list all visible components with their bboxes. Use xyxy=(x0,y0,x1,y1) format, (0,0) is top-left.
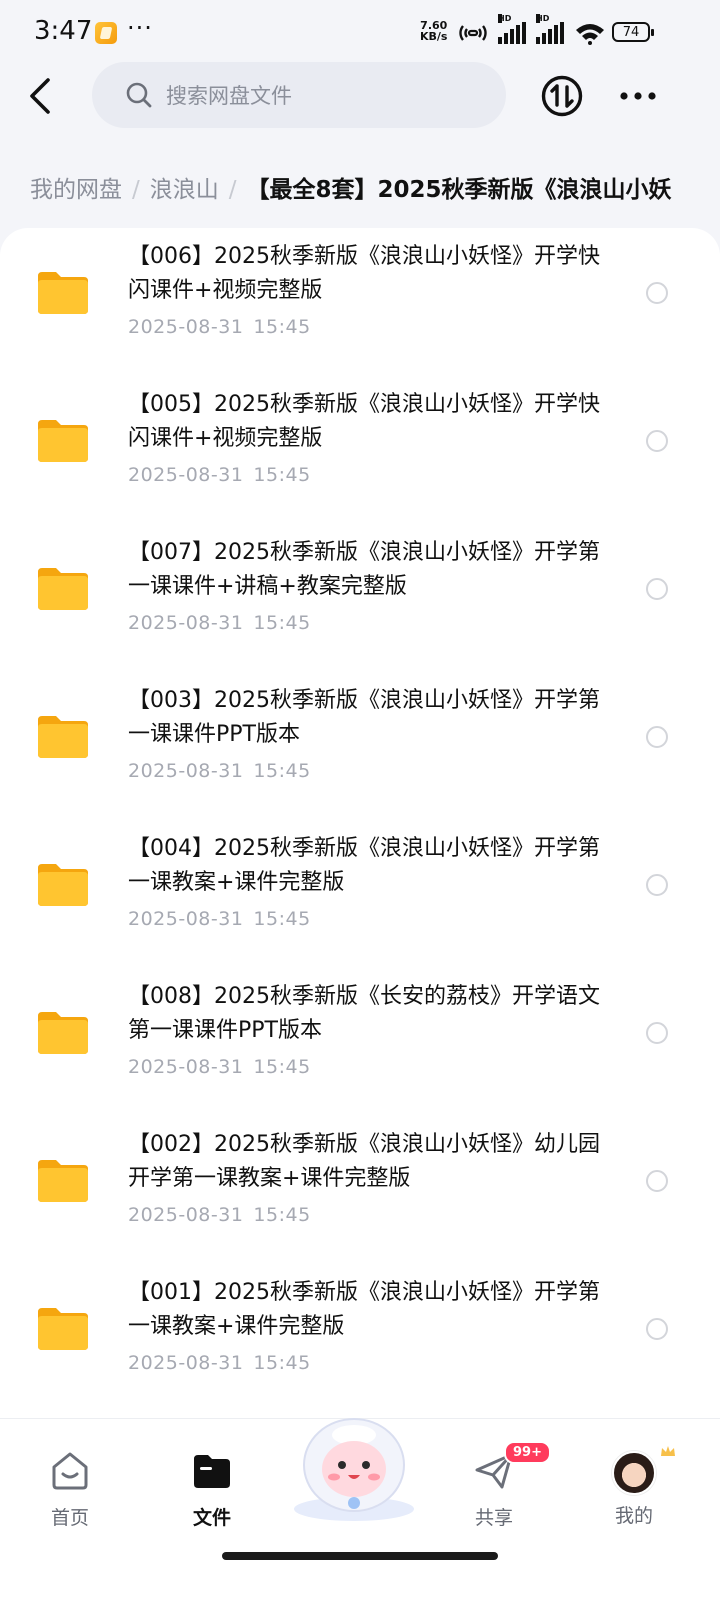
signal-1-icon: HD xyxy=(498,14,526,44)
folder-icon xyxy=(38,272,88,314)
file-date-day: 2025-08-31 xyxy=(128,612,244,634)
file-row[interactable]: 【005】2025秋季新版《浪浪山小妖怪》开学快闪课件+视频完整版 2025-0… xyxy=(0,376,720,524)
file-date-day: 2025-08-31 xyxy=(128,908,244,930)
file-date-day: 2025-08-31 xyxy=(128,464,244,486)
file-row[interactable]: 【007】2025秋季新版《浪浪山小妖怪》开学第一课课件+讲稿+教案完整版 20… xyxy=(0,524,720,672)
file-name: 【006】2025秋季新版《浪浪山小妖怪》开学快闪课件+视频完整版 xyxy=(128,244,600,303)
wifi-icon xyxy=(576,24,604,45)
avatar xyxy=(612,1451,656,1495)
file-date: 2025-08-31 15:45 xyxy=(128,464,311,486)
file-row[interactable]: 【002】2025秋季新版《浪浪山小妖怪》幼儿园开学第一课教案+课件完整版 20… xyxy=(0,1116,720,1264)
file-date-time: 15:45 xyxy=(253,760,311,782)
file-date: 2025-08-31 15:45 xyxy=(128,1352,311,1374)
nav-home[interactable]: 首页 xyxy=(30,1449,110,1530)
file-name: 【007】2025秋季新版《浪浪山小妖怪》开学第一课课件+讲稿+教案完整版 xyxy=(128,540,600,599)
transfer-icon[interactable] xyxy=(540,74,584,118)
hd-label: HD xyxy=(536,14,550,23)
bottom-nav: 首页 文件 共享 99+ 我的 xyxy=(0,1418,720,1601)
folder-icon xyxy=(38,420,88,462)
back-button[interactable] xyxy=(24,76,60,116)
nav-files-label: 文件 xyxy=(192,1507,231,1529)
search-placeholder: 搜索网盘文件 xyxy=(166,84,292,108)
nav-share-label: 共享 xyxy=(474,1507,513,1529)
file-date-time: 15:45 xyxy=(253,1204,311,1226)
folder-icon xyxy=(38,716,88,758)
hd-label: HD xyxy=(498,14,512,23)
select-checkbox[interactable] xyxy=(646,1170,668,1192)
status-icons: HD HD xyxy=(458,14,606,48)
battery-icon: 74 xyxy=(612,22,654,42)
file-date-day: 2025-08-31 xyxy=(128,760,244,782)
nav-files[interactable]: 文件 xyxy=(172,1449,252,1530)
signal-2-icon: HD xyxy=(536,14,564,44)
folder-icon xyxy=(38,864,88,906)
file-date-time: 15:45 xyxy=(253,1056,311,1078)
select-checkbox[interactable] xyxy=(646,1318,668,1340)
file-date-day: 2025-08-31 xyxy=(128,1056,244,1078)
hotspot-icon xyxy=(459,25,487,41)
file-row[interactable]: 【001】2025秋季新版《浪浪山小妖怪》开学第一课教案+课件完整版 2025-… xyxy=(0,1264,720,1412)
nav-home-label: 首页 xyxy=(50,1507,89,1529)
file-date-day: 2025-08-31 xyxy=(128,316,244,338)
status-time: 3:47 xyxy=(34,16,93,46)
profile-nav-icon xyxy=(612,1446,675,1495)
folder-icon xyxy=(38,1308,88,1350)
file-date-time: 15:45 xyxy=(253,1352,311,1374)
search-input[interactable]: 搜索网盘文件 xyxy=(92,62,506,128)
folder-icon xyxy=(38,1160,88,1202)
select-checkbox[interactable] xyxy=(646,1022,668,1044)
select-checkbox[interactable] xyxy=(646,282,668,304)
crown-icon xyxy=(661,1446,675,1456)
file-date: 2025-08-31 15:45 xyxy=(128,908,311,930)
breadcrumb-item-langlangshan[interactable]: 浪浪山 xyxy=(150,177,219,203)
folder-icon xyxy=(38,568,88,610)
home-indicator[interactable] xyxy=(222,1552,498,1560)
file-date: 2025-08-31 15:45 xyxy=(128,760,311,782)
file-date-day: 2025-08-31 xyxy=(128,1204,244,1226)
file-date-time: 15:45 xyxy=(253,612,311,634)
file-row[interactable]: 【006】2025秋季新版《浪浪山小妖怪》开学快闪课件+视频完整版 2025-0… xyxy=(0,228,720,376)
notes-app-icon xyxy=(95,22,117,44)
file-list: 【006】2025秋季新版《浪浪山小妖怪》开学快闪课件+视频完整版 2025-0… xyxy=(0,228,720,1418)
share-notification-badge: 99+ xyxy=(504,1441,551,1464)
network-speed: 7.60 KB/s xyxy=(420,20,447,42)
files-icon xyxy=(194,1455,230,1488)
file-date: 2025-08-31 15:45 xyxy=(128,612,311,634)
select-checkbox[interactable] xyxy=(646,874,668,896)
home-icon xyxy=(52,1452,88,1490)
assistant-mascot-icon[interactable] xyxy=(286,1405,422,1525)
network-speed-unit: KB/s xyxy=(420,30,448,43)
breadcrumb-current: 【最全8套】2025秋季新版《浪浪山小妖 xyxy=(246,177,672,203)
breadcrumb: 我的网盘 / 浪浪山 / 【最全8套】2025秋季新版《浪浪山小妖 xyxy=(30,170,720,206)
file-row[interactable]: 【004】2025秋季新版《浪浪山小妖怪》开学第一课教案+课件完整版 2025-… xyxy=(0,820,720,968)
file-name: 【001】2025秋季新版《浪浪山小妖怪》开学第一课教案+课件完整版 xyxy=(128,1280,600,1339)
breadcrumb-item-my-drive[interactable]: 我的网盘 xyxy=(30,177,122,203)
status-bar: 3:47 ··· 7.60 KB/s HD HD 74 xyxy=(0,0,720,64)
file-date-day: 2025-08-31 xyxy=(128,1352,244,1374)
select-checkbox[interactable] xyxy=(646,578,668,600)
file-row[interactable]: 【003】2025秋季新版《浪浪山小妖怪》开学第一课课件PPT版本 2025-0… xyxy=(0,672,720,820)
more-notifications-icon: ··· xyxy=(127,14,153,42)
file-name: 【002】2025秋季新版《浪浪山小妖怪》幼儿园开学第一课教案+课件完整版 xyxy=(128,1132,600,1191)
breadcrumb-separator: / xyxy=(132,177,140,203)
search-icon xyxy=(126,82,152,108)
file-row[interactable]: 【008】2025秋季新版《长安的荔枝》开学语文第一课课件PPT版本 2025-… xyxy=(0,968,720,1116)
more-options-icon[interactable] xyxy=(618,82,658,110)
file-date: 2025-08-31 15:45 xyxy=(128,1056,311,1078)
file-name: 【008】2025秋季新版《长安的荔枝》开学语文第一课课件PPT版本 xyxy=(128,984,600,1043)
file-date: 2025-08-31 15:45 xyxy=(128,316,311,338)
file-name: 【005】2025秋季新版《浪浪山小妖怪》开学快闪课件+视频完整版 xyxy=(128,392,600,451)
file-date-time: 15:45 xyxy=(253,316,311,338)
select-checkbox[interactable] xyxy=(646,430,668,452)
file-name: 【003】2025秋季新版《浪浪山小妖怪》开学第一课课件PPT版本 xyxy=(128,688,600,747)
file-name: 【004】2025秋季新版《浪浪山小妖怪》开学第一课教案+课件完整版 xyxy=(128,836,600,895)
select-checkbox[interactable] xyxy=(646,726,668,748)
file-date-time: 15:45 xyxy=(253,464,311,486)
breadcrumb-separator: / xyxy=(228,177,237,203)
folder-icon xyxy=(38,1012,88,1054)
file-date: 2025-08-31 15:45 xyxy=(128,1204,311,1226)
nav-me[interactable]: 我的 xyxy=(594,1446,675,1528)
file-date-time: 15:45 xyxy=(253,908,311,930)
nav-me-label: 我的 xyxy=(614,1505,653,1527)
